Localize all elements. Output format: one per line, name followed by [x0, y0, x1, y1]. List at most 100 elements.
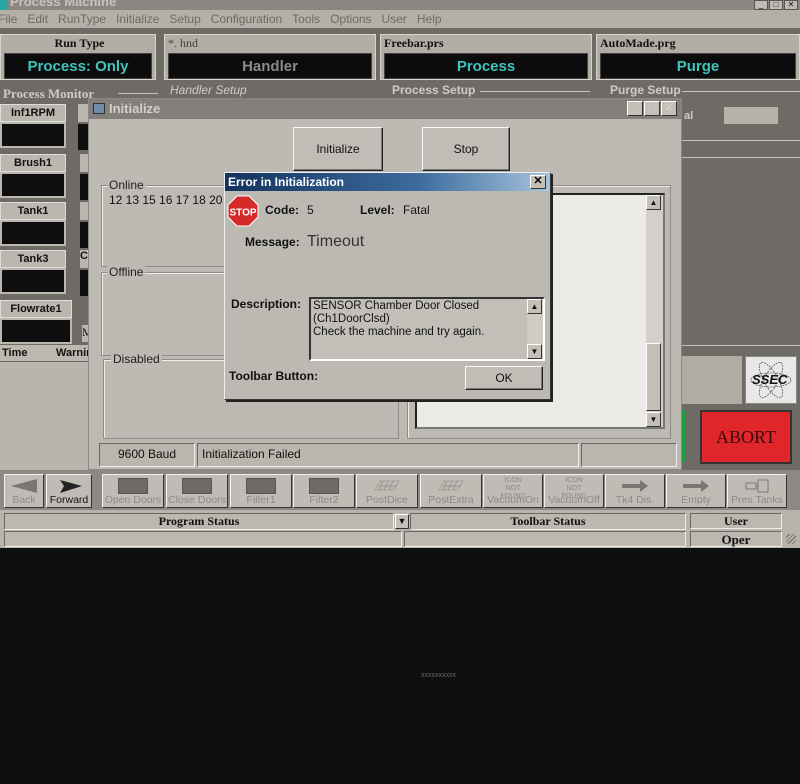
close-icon[interactable]: ✕ [661, 101, 677, 116]
description-line: SENSOR Chamber Door Closed [313, 300, 480, 312]
log-scrollbar[interactable]: ▲ ▼ [646, 195, 663, 427]
purge-setup-title: Purge Setup [610, 83, 681, 97]
ok-button[interactable]: OK [465, 366, 543, 390]
menu-setup[interactable]: Setup [169, 12, 200, 26]
scroll-up-icon[interactable]: ▲ [527, 299, 542, 314]
handler-panel: *. hnd Handler [164, 34, 376, 80]
monitor-partial [80, 154, 88, 172]
description-text: SENSOR Chamber Door Closed (Ch1DoorClsd)… [311, 299, 543, 340]
monitor-partial [80, 174, 88, 200]
toolbar-filter2-button[interactable]: Filter2 [293, 474, 355, 508]
toolbar-close-doors-button[interactable]: Close Doors [166, 474, 228, 508]
menu-options[interactable]: Options [330, 12, 371, 26]
wafer-icon [438, 480, 464, 491]
menu-file[interactable]: File [0, 12, 17, 26]
description-line: Check the machine and try again. [313, 326, 485, 338]
wafer-icon [374, 480, 400, 491]
menu-help[interactable]: Help [417, 12, 442, 26]
purge-file-label: AutoMade.prg [600, 36, 676, 50]
monitor-partial [78, 104, 88, 122]
toolbar-label: Pres Tanks [731, 494, 783, 506]
log-col-warning: Warnir [56, 347, 91, 359]
toolbar-pres-tanks-button[interactable]: Pres Tanks [727, 474, 787, 508]
initialize-button[interactable]: Initialize [293, 127, 383, 171]
level-label: Level: [360, 203, 395, 217]
door-icon [182, 478, 212, 494]
monitor-value [0, 122, 66, 148]
offline-group [101, 272, 227, 356]
code-label: Code: [265, 203, 299, 217]
menu-edit[interactable]: Edit [27, 12, 48, 26]
close-icon[interactable]: ✕ [784, 0, 798, 10]
menu-user[interactable]: User [382, 12, 407, 26]
abort-button[interactable]: ABORT [700, 410, 792, 464]
status-bar: Program Status ▼ Toolbar Status User Ope… [0, 510, 800, 548]
scroll-down-icon[interactable]: ▼ [527, 344, 542, 359]
ssec-logo: SSEC [745, 356, 797, 404]
handler-setup-title: Handler Setup [170, 83, 247, 97]
scroll-down-icon[interactable]: ▼ [646, 412, 661, 427]
toolbar-postdice-button[interactable]: PostDice [356, 474, 418, 508]
purge-field[interactable] [724, 107, 778, 124]
monitor-value [0, 268, 66, 294]
error-dialog-titlebar: Error in Initialization ✕ [225, 173, 550, 191]
toolbar-status-header: Toolbar Status [410, 513, 686, 530]
toolbar-open-doors-button[interactable]: Open Doors [102, 474, 164, 508]
stop-button[interactable]: Stop [422, 127, 510, 171]
toolbar: Back Forward Open Doors Close Doors Filt… [0, 470, 800, 510]
forward-arrow-icon [60, 480, 82, 493]
run-type-display[interactable]: Process: Only [4, 53, 152, 79]
menu-tools[interactable]: Tools [292, 12, 320, 26]
program-status-dropdown-icon[interactable]: ▼ [395, 514, 409, 529]
online-label: Online [107, 178, 146, 192]
toolbar-tk4dis-button[interactable]: Tk4 Dis. [605, 474, 665, 508]
monitor-partial [78, 124, 88, 150]
init-status-message: Initialization Failed [197, 443, 579, 467]
toolbar-vacuumoff-button[interactable]: ICON NOT FOUND VacuumOff [544, 474, 604, 508]
maximize-icon[interactable]: □ [769, 0, 783, 10]
message-label: Message: [245, 235, 300, 249]
log-line: led [421, 707, 437, 720]
toolbar-forward-button[interactable]: Forward [46, 474, 92, 508]
log-line: 10:26:37 AM xxxxxxxxxxxxxxxxxxxxxxxxx [421, 745, 636, 758]
program-status-header: Program Status [4, 513, 394, 530]
monitor-value [0, 318, 72, 344]
toolbar-label: Close Doors [168, 494, 226, 506]
menu-initialize[interactable]: Initialize [116, 12, 159, 26]
toolbar-postextra-button[interactable]: PostExtra [420, 474, 482, 508]
toolbar-back-button[interactable]: Back [4, 474, 44, 508]
run-type-label: Run Type [54, 36, 105, 50]
close-icon[interactable]: ✕ [530, 175, 546, 189]
purge-panel: AutoMade.prg Purge [596, 34, 800, 80]
toolbar-label: VacuumOff [548, 494, 600, 506]
toolbar-label: Filter2 [309, 494, 339, 506]
monitor-tank3: Tank3 [0, 250, 66, 294]
toolbar-empty-button[interactable]: Empty [666, 474, 726, 508]
app-title: Process Machine [10, 0, 117, 9]
description-scrollbar[interactable]: ▲ ▼ [527, 299, 543, 359]
scroll-thumb[interactable] [646, 343, 661, 411]
menu-bar: File Edit RunType Initialize Setup Confi… [0, 10, 800, 28]
minimize-icon[interactable]: _ [754, 0, 768, 10]
initialize-titlebar: Initialize _ □ ✕ [89, 99, 681, 119]
menu-runtype[interactable]: RunType [58, 12, 106, 26]
maximize-icon[interactable]: □ [644, 101, 660, 116]
log-header: Time Warnir [0, 345, 90, 361]
minimize-icon[interactable]: _ [627, 101, 643, 116]
menu-configuration[interactable]: Configuration [211, 12, 282, 26]
scroll-up-icon[interactable]: ▲ [646, 195, 661, 210]
log-line: sed (Ch1DoorClsd) [421, 631, 520, 644]
process-panel: Freebar.prs Process [380, 34, 592, 80]
toolbar-vacuumon-button[interactable]: ICON NOT FOUND VacuumOn [483, 474, 543, 508]
toolbar-filter1-button[interactable]: Filter1 [230, 474, 292, 508]
log-area [0, 362, 90, 470]
description-box[interactable]: SENSOR Chamber Door Closed (Ch1DoorClsd)… [309, 297, 545, 361]
purge-display[interactable]: Purge [600, 53, 796, 79]
monitor-partial [80, 222, 88, 248]
handler-display[interactable]: Handler [168, 53, 372, 79]
monitor-brush1: Brush1 [0, 154, 66, 198]
code-value: 5 [307, 203, 314, 217]
process-display[interactable]: Process [384, 53, 588, 79]
resize-grip-icon[interactable] [786, 534, 796, 544]
user-label: User [690, 513, 782, 529]
